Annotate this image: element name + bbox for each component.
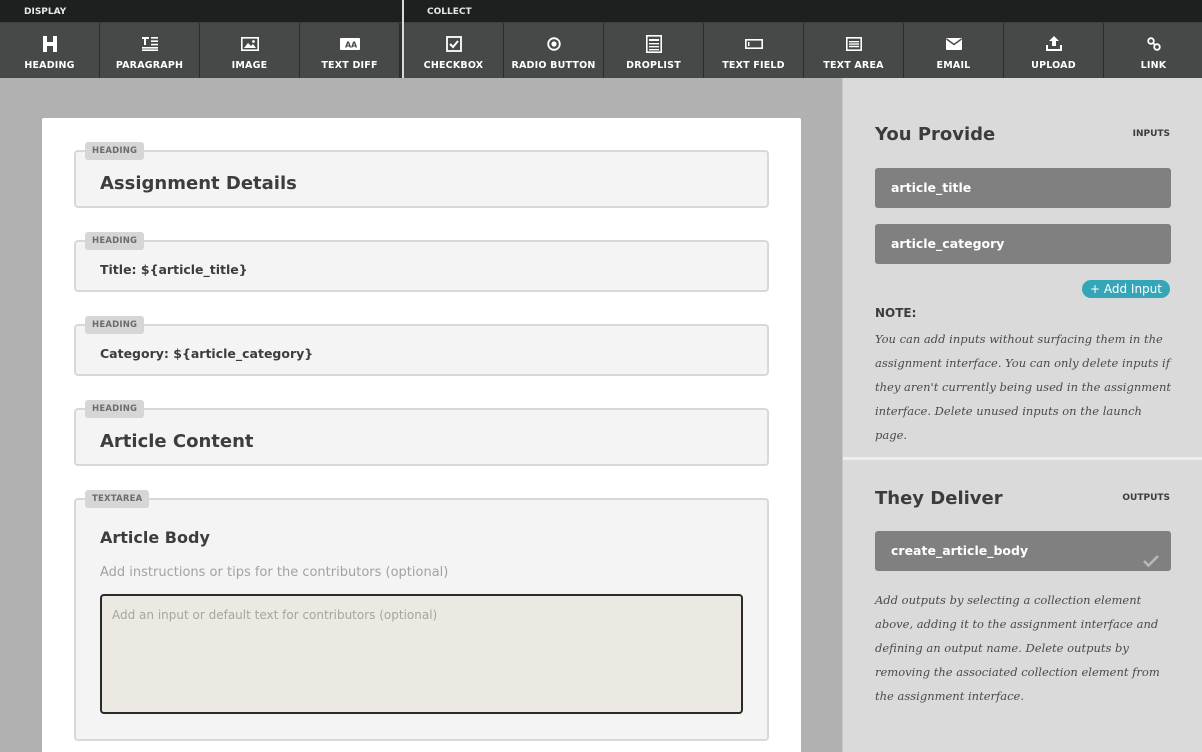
checkbox-tool-label: CHECKBOX	[423, 60, 484, 71]
heading-block-category[interactable]: HEADING Category: ${article_category}	[74, 316, 769, 376]
they-deliver-title: They Deliver	[875, 488, 1003, 509]
paragraph-tool-label: PARAGRAPH	[115, 60, 184, 71]
textarea-block-article-body[interactable]: TEXTAREA Article Body Add instructions o…	[74, 490, 769, 741]
heading-block-article-content[interactable]: HEADING Article Content	[74, 400, 769, 466]
text-field-icon	[744, 34, 763, 54]
svg-text:A: A	[351, 41, 358, 50]
output-pill-create-article-body[interactable]: create_article_body	[875, 531, 1171, 571]
display-group: DISPLAY HEADING PARAGRAPH IMAGE A A TEXT…	[0, 0, 402, 78]
add-input-button[interactable]: + Add Input	[1082, 280, 1170, 298]
inputs-caption: INPUTS	[1132, 129, 1170, 139]
collect-group-label: COLLECT	[404, 0, 1202, 23]
textarea-title: Article Body	[100, 528, 210, 547]
text-diff-icon: AA	[339, 34, 360, 54]
panel-divider	[843, 457, 1202, 460]
textarea-help-text: Add instructions or tips for the contrib…	[100, 565, 449, 580]
image-tool[interactable]: IMAGE	[200, 23, 300, 78]
output-pill-label: create_article_body	[891, 543, 1029, 558]
display-tools: HEADING PARAGRAPH IMAGE AA TEXT DIFF	[0, 23, 400, 78]
email-tool[interactable]: EMAIL	[904, 23, 1004, 78]
note-title: NOTE:	[875, 306, 917, 320]
upload-tool-label: UPLOAD	[1031, 60, 1076, 71]
heading-text: Title: ${article_title}	[100, 262, 248, 277]
paragraph-icon	[141, 34, 158, 54]
collect-group: COLLECT CHECKBOX RADIO BUTTON DROPLIST T…	[404, 0, 1202, 78]
block-type-tag: HEADING	[85, 400, 145, 418]
link-tool[interactable]: LINK	[1104, 23, 1202, 78]
email-tool-label: EMAIL	[936, 60, 971, 71]
display-group-label: DISPLAY	[0, 0, 402, 23]
radio-button-tool[interactable]: RADIO BUTTON	[504, 23, 604, 78]
collect-tools: CHECKBOX RADIO BUTTON DROPLIST TEXT FIEL…	[404, 23, 1202, 78]
text-field-tool-label: TEXT FIELD	[722, 60, 785, 71]
radio-button-tool-label: RADIO BUTTON	[511, 60, 596, 71]
heading-text: Category: ${article_category}	[100, 346, 314, 361]
checkbox-tool[interactable]: CHECKBOX	[404, 23, 504, 78]
assignment-sheet: HEADING Assignment Details HEADING Title…	[42, 118, 801, 752]
text-area-tool[interactable]: TEXT AREA	[804, 23, 904, 78]
element-toolbar: DISPLAY HEADING PARAGRAPH IMAGE A A TEXT…	[0, 0, 1202, 78]
heading-block-title[interactable]: HEADING Title: ${article_title}	[74, 232, 769, 292]
text-area-tool-label: TEXT AREA	[823, 60, 884, 71]
text-diff-tool[interactable]: AA TEXT DIFF	[300, 23, 400, 78]
check-icon	[1143, 544, 1159, 584]
link-tool-label: LINK	[1140, 60, 1167, 71]
paragraph-tool[interactable]: PARAGRAPH	[100, 23, 200, 78]
inputs-note: You can add inputs without surfacing the…	[875, 332, 1171, 442]
heading-text: Assignment Details	[100, 173, 297, 194]
checkbox-icon	[445, 34, 462, 54]
droplist-tool[interactable]: DROPLIST	[604, 23, 704, 78]
radio-button-icon	[546, 34, 561, 54]
io-panel: You Provide INPUTS article_title article…	[842, 78, 1202, 752]
input-pill-article-title[interactable]: article_title	[875, 168, 1171, 208]
block-type-tag: HEADING	[85, 232, 145, 250]
outputs-caption: OUTPUTS	[1122, 493, 1170, 503]
assignment-canvas: HEADING Assignment Details HEADING Title…	[0, 78, 842, 752]
upload-icon	[1045, 34, 1062, 54]
block-type-tag: HEADING	[85, 142, 145, 160]
input-pill-article-category[interactable]: article_category	[875, 224, 1171, 264]
heading-text: Article Content	[100, 431, 254, 452]
article-body-textarea[interactable]	[100, 594, 743, 714]
block-type-tag: HEADING	[85, 316, 145, 334]
text-area-icon	[845, 34, 862, 54]
heading-tool-label: HEADING	[24, 60, 75, 71]
text-field-tool[interactable]: TEXT FIELD	[704, 23, 804, 78]
email-icon	[945, 34, 962, 54]
outputs-note: Add outputs by selecting a collection el…	[875, 593, 1160, 703]
image-tool-label: IMAGE	[231, 60, 268, 71]
upload-tool[interactable]: UPLOAD	[1004, 23, 1104, 78]
you-provide-title: You Provide	[875, 124, 996, 145]
droplist-tool-label: DROPLIST	[626, 60, 681, 71]
text-diff-tool-label: TEXT DIFF	[321, 60, 378, 71]
heading-block-assignment-details[interactable]: HEADING Assignment Details	[74, 142, 769, 208]
link-icon	[1146, 34, 1161, 54]
droplist-icon	[645, 34, 662, 54]
block-type-tag: TEXTAREA	[85, 490, 150, 508]
image-icon	[240, 34, 259, 54]
heading-tool[interactable]: HEADING	[0, 23, 100, 78]
heading-icon	[42, 34, 58, 54]
